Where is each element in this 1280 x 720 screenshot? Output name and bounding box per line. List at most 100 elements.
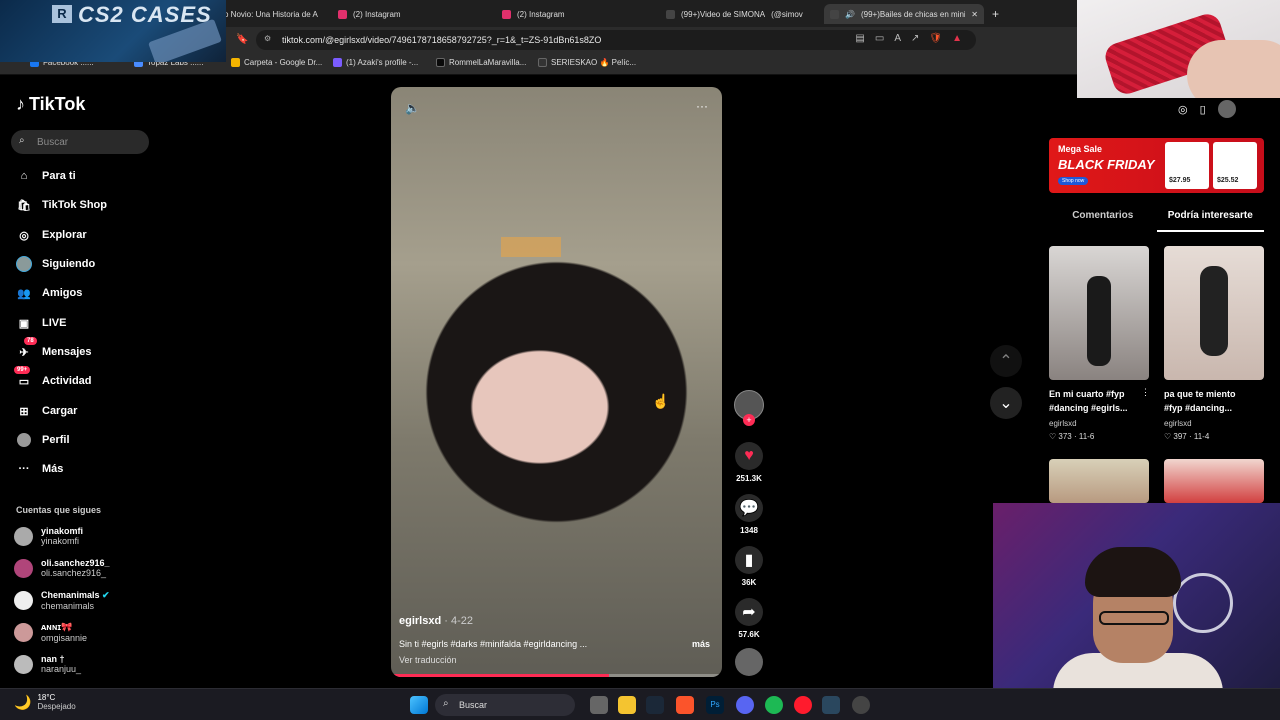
bookmark-label: (1) Azaki's profile -... xyxy=(346,58,419,67)
volume-icon[interactable]: 🔈 xyxy=(405,101,420,115)
profile-icon xyxy=(333,58,342,67)
task-view-icon[interactable] xyxy=(590,696,608,714)
caption-line: pa que te miento xyxy=(1164,389,1236,399)
new-tab-button[interactable]: + xyxy=(992,4,999,24)
bookmark-label: SERIESKAO 🔥 Pelíc... xyxy=(551,58,637,67)
discord-icon[interactable] xyxy=(736,696,754,714)
right-tabs: Comentarios Podría interesarte xyxy=(1049,210,1264,232)
translate-link[interactable]: Ver traducción xyxy=(399,655,457,665)
recommended-video-thumb[interactable] xyxy=(1164,246,1264,380)
recommended-caption[interactable]: En mi cuarto #fyp #dancing #egirls... xyxy=(1049,387,1149,415)
music-disc-button[interactable] xyxy=(734,648,764,676)
recommended-user[interactable]: egirlsxd xyxy=(1049,419,1077,428)
recommended-caption[interactable]: pa que te miento #fyp #dancing... xyxy=(1164,387,1264,415)
following-account[interactable]: yinakomfi yinakomfi xyxy=(14,526,83,546)
thumb-figure xyxy=(1087,276,1111,366)
avatar xyxy=(14,623,33,642)
opera-gx-icon[interactable] xyxy=(794,696,812,714)
comment-button[interactable]: 💬 1348 xyxy=(734,494,764,535)
nav-actividad[interactable]: ▭ 99+ Actividad xyxy=(14,366,92,391)
browser-tab-active[interactable]: 🔊 (99+)Bailes de chicas en mini ✕ xyxy=(824,4,984,24)
taskbar-search[interactable]: ⌕ Buscar xyxy=(435,694,575,716)
reader-icon[interactable]: ▤ xyxy=(855,33,864,44)
bookmark-icon[interactable]: 🔖 xyxy=(236,34,248,45)
file-explorer-icon[interactable] xyxy=(618,696,636,714)
close-tab-icon[interactable]: ✕ xyxy=(971,10,978,19)
steam-alt-icon[interactable] xyxy=(822,696,840,714)
nav-live[interactable]: ▣ LIVE xyxy=(16,313,67,333)
browser-tab[interactable]: o Novio: Una Historia de A xyxy=(224,4,324,24)
previous-video-button[interactable]: ⌃ xyxy=(990,345,1022,377)
nav-tiktok-shop[interactable]: 🛍 TikTok Shop xyxy=(16,195,107,215)
bookmark-item[interactable]: (1) Azaki's profile -... xyxy=(333,58,418,67)
weather-condition: Despejado xyxy=(37,702,76,711)
user-avatar[interactable] xyxy=(1217,100,1236,118)
nav-perfil[interactable]: Perfil xyxy=(16,430,70,450)
nav-amigos[interactable]: 👥 Amigos xyxy=(16,283,82,303)
save-button[interactable]: ▮ 36K xyxy=(734,546,764,587)
logo-text: TikTok xyxy=(29,94,86,114)
brave-icon[interactable] xyxy=(676,696,694,714)
bookmark-item[interactable]: Carpeta - Google Dr... xyxy=(231,58,322,67)
photoshop-icon[interactable]: Ps xyxy=(706,696,724,714)
share-icon[interactable]: ↗ xyxy=(911,33,919,44)
compass-icon[interactable]: ◎ xyxy=(1178,103,1188,116)
following-account[interactable]: ᴀɴɴɪ🎀 omgisannie xyxy=(14,622,87,643)
recommended-user[interactable]: egirlsxd xyxy=(1164,419,1192,428)
browser-tab[interactable]: (2) Instagram xyxy=(502,4,652,24)
search-input[interactable]: ⌕ Buscar xyxy=(11,130,149,154)
site-settings-icon[interactable]: ⚙ xyxy=(264,34,271,43)
steam-icon[interactable] xyxy=(646,696,664,714)
video-progress[interactable] xyxy=(391,674,722,677)
heart-icon: ♥ xyxy=(735,442,763,470)
bookmark-item[interactable]: RommelLaMaravilla... xyxy=(436,58,526,67)
nav-cargar[interactable]: ⊞ Cargar xyxy=(16,401,77,421)
spotify-icon[interactable] xyxy=(765,696,783,714)
phone-icon[interactable]: ▯ xyxy=(1200,103,1206,116)
browser-tab[interactable]: (2) Instagram xyxy=(338,4,488,24)
weather-widget[interactable]: 🌙 18°C Despejado xyxy=(14,693,76,711)
more-options-icon[interactable]: ··· xyxy=(696,99,708,113)
nav-mensajes[interactable]: ✈ 78 Mensajes xyxy=(16,337,92,362)
tab-comentarios[interactable]: Comentarios xyxy=(1049,210,1157,232)
recommended-video-thumb[interactable] xyxy=(1164,459,1264,503)
brave-shield-icon[interactable]: 🛡 xyxy=(929,33,942,44)
windows-start-icon[interactable] xyxy=(410,696,428,714)
nav-siguiendo[interactable]: Siguiendo xyxy=(16,254,95,274)
share-button[interactable]: ➦ 57.6K xyxy=(734,598,764,639)
translate-icon[interactable]: A xyxy=(894,33,901,44)
streamer-hair xyxy=(1085,547,1181,597)
following-account[interactable]: Chemanimals ✔ chemanimals xyxy=(14,590,110,611)
browser-tab[interactable]: (99+)Video de SIMONA (@simov xyxy=(666,4,814,24)
author-avatar-button[interactable]: + xyxy=(734,390,764,426)
nav-mas[interactable]: ··· Más xyxy=(16,459,64,479)
like-button[interactable]: ♥ 251.3K xyxy=(734,442,764,483)
url-field[interactable]: ⚙ tiktok.com/@egirlsxd/video/74961787186… xyxy=(256,30,976,50)
obs-icon[interactable] xyxy=(852,696,870,714)
more-link[interactable]: más xyxy=(692,639,710,649)
recommended-video-thumb[interactable] xyxy=(1049,246,1149,380)
next-video-button[interactable]: ⌄ xyxy=(990,387,1022,419)
hand-image xyxy=(1187,40,1280,98)
ad-headline: BLACK FRIDAY xyxy=(1058,157,1155,172)
nav-para-ti[interactable]: ⌂ Para ti xyxy=(16,166,76,186)
recommended-stats: ♡ 373 · 11-6 xyxy=(1049,432,1095,441)
video-date: · 4-22 xyxy=(444,615,473,627)
following-account[interactable]: nan † naranjuu_ xyxy=(14,654,81,674)
recommended-video-thumb[interactable] xyxy=(1049,459,1149,503)
overlay-brand: CS2 CASES xyxy=(78,2,212,27)
ad-banner[interactable]: Mega Sale BLACK FRIDAY Shop now $27.95 $… xyxy=(1049,138,1264,193)
rewards-icon[interactable]: ▲ xyxy=(952,33,962,44)
nav-explorar[interactable]: ◎ Explorar xyxy=(16,225,86,245)
following-account[interactable]: oli.sanchez916_ oli.sanchez916_ xyxy=(14,558,110,578)
cast-icon[interactable]: ▭ xyxy=(875,33,884,44)
video-player[interactable]: 🔈 ··· egirlsxd · 4-22 Sin ti #egirls #da… xyxy=(391,87,722,677)
video-author[interactable]: egirlsxd · 4-22 xyxy=(399,615,473,627)
tab-podria-interesarte[interactable]: Podría interesarte xyxy=(1156,210,1264,232)
ad-cta[interactable]: Shop now xyxy=(1058,177,1089,185)
save-count: 36K xyxy=(741,578,757,587)
bookmark-item[interactable]: SERIESKAO 🔥 Pelíc... xyxy=(538,58,636,67)
follow-plus-icon[interactable]: + xyxy=(743,414,755,426)
tiktok-logo[interactable]: ♪ TikTok xyxy=(16,94,85,115)
more-vertical-icon[interactable]: ⋮ xyxy=(1141,387,1150,398)
